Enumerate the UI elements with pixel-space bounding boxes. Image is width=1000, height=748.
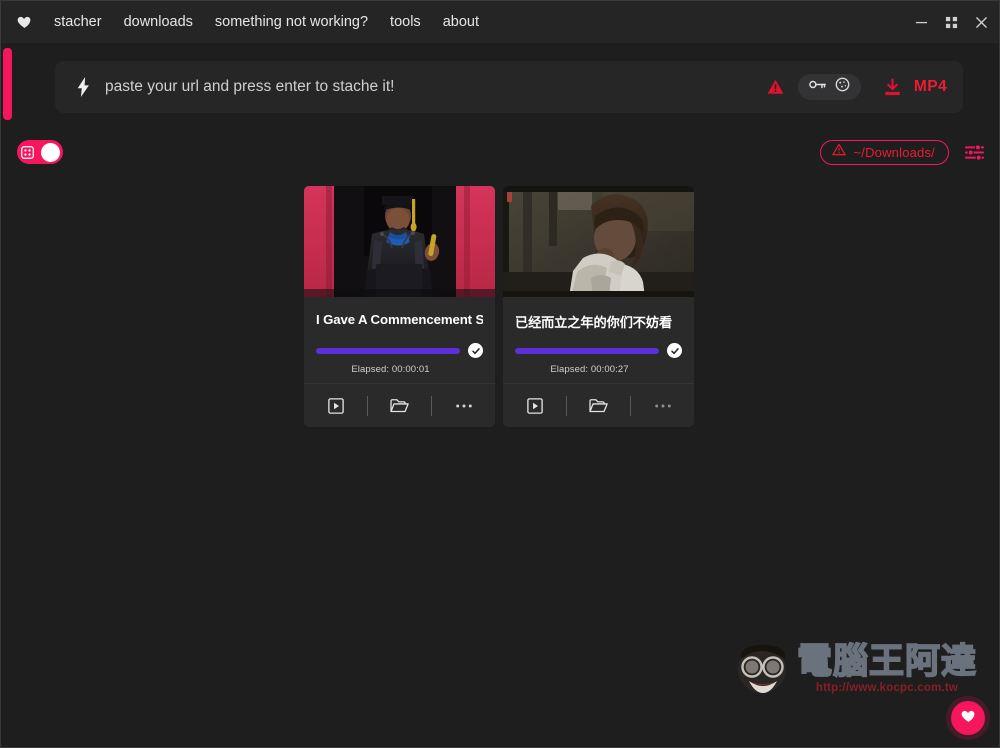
film-scene-thumbnail bbox=[503, 186, 694, 297]
warning-triangle-icon[interactable] bbox=[767, 79, 784, 95]
menu-label: tools bbox=[390, 14, 421, 30]
favorites-fab-button[interactable] bbox=[951, 701, 985, 735]
menu-bar: stacher downloads something not working?… bbox=[43, 11, 490, 33]
warning-triangle-icon bbox=[832, 143, 847, 161]
downloads-grid: I Gave A Commencement S Elapsed: 00:00:0… bbox=[1, 186, 999, 427]
url-bar-actions: MP4 bbox=[767, 74, 947, 100]
complete-check-icon bbox=[667, 343, 682, 358]
menu-label: stacher bbox=[54, 14, 102, 30]
title-bar: stacher downloads something not working?… bbox=[1, 1, 999, 43]
play-icon[interactable] bbox=[503, 384, 566, 427]
download-path-button[interactable]: ~/Downloads/ bbox=[820, 139, 949, 165]
watermark-text: 電腦王阿達 http://www.kocpc.com.tw bbox=[796, 641, 977, 694]
download-card[interactable]: 已经而立之年的你们不妨看 Elapsed: 00:00:27 bbox=[503, 186, 694, 427]
play-icon[interactable] bbox=[304, 384, 367, 427]
card-body: I Gave A Commencement S Elapsed: 00:00:0… bbox=[304, 297, 495, 383]
url-input[interactable] bbox=[105, 78, 767, 96]
menu-item-something-not-working[interactable]: something not working? bbox=[204, 11, 379, 33]
toolbar: ~/Downloads/ bbox=[1, 135, 999, 169]
progress-row bbox=[515, 343, 682, 358]
menu-item-downloads[interactable]: downloads bbox=[113, 11, 204, 33]
toggle-knob bbox=[41, 142, 60, 162]
card-body: 已经而立之年的你们不妨看 Elapsed: 00:00:27 bbox=[503, 297, 694, 383]
lightning-bolt-icon bbox=[73, 76, 93, 98]
minimize-icon[interactable] bbox=[913, 14, 929, 30]
sliders-icon[interactable] bbox=[963, 141, 985, 163]
watermark-url: http://www.kocpc.com.tw bbox=[815, 681, 959, 694]
sidebar-accent-bar bbox=[3, 48, 12, 120]
open-folder-icon[interactable] bbox=[567, 384, 630, 427]
watermark-brand: 電腦王阿達 bbox=[796, 641, 977, 682]
elapsed-label: Elapsed: 00:00:27 bbox=[550, 364, 629, 375]
watermark: 電腦王阿達 http://www.kocpc.com.tw bbox=[735, 643, 977, 695]
progress-bar bbox=[515, 347, 659, 354]
more-options-icon[interactable] bbox=[631, 384, 694, 427]
menu-label: downloads bbox=[123, 14, 193, 30]
complete-check-icon bbox=[468, 343, 483, 358]
progress-bar bbox=[316, 347, 460, 354]
download-icon[interactable] bbox=[883, 77, 902, 97]
menu-item-about[interactable]: about bbox=[432, 11, 490, 33]
card-title: I Gave A Commencement S bbox=[316, 312, 483, 327]
url-bar[interactable]: MP4 bbox=[55, 61, 963, 113]
card-actions bbox=[503, 383, 694, 427]
progress-row bbox=[316, 343, 483, 358]
menu-label: something not working? bbox=[214, 14, 369, 30]
graduation-speech-thumbnail bbox=[304, 186, 495, 297]
maximize-icon[interactable] bbox=[943, 14, 959, 30]
toolbar-right-group: ~/Downloads/ bbox=[820, 139, 985, 165]
format-label[interactable]: MP4 bbox=[914, 78, 947, 96]
open-folder-icon[interactable] bbox=[368, 384, 431, 427]
heart-icon bbox=[960, 708, 977, 729]
watermark-face-icon bbox=[737, 645, 786, 693]
cookie-icon[interactable] bbox=[835, 77, 850, 97]
card-actions bbox=[304, 383, 495, 427]
card-title: 已经而立之年的你们不妨看 bbox=[515, 315, 673, 329]
progress-fill bbox=[316, 347, 460, 354]
auth-options-group[interactable] bbox=[797, 74, 861, 100]
close-icon[interactable] bbox=[973, 14, 989, 30]
more-options-icon[interactable] bbox=[432, 384, 495, 427]
menu-item-stacher[interactable]: stacher bbox=[43, 11, 113, 33]
menu-label: about bbox=[442, 14, 479, 30]
menu-item-tools[interactable]: tools bbox=[379, 11, 432, 33]
progress-fill bbox=[515, 347, 659, 354]
stacher-window: stacher downloads something not working?… bbox=[0, 0, 1000, 748]
grid-view-icon bbox=[20, 145, 35, 160]
view-mode-toggle[interactable] bbox=[17, 140, 63, 164]
heart-icon bbox=[15, 13, 33, 31]
window-controls bbox=[913, 1, 989, 43]
download-path-label: ~/Downloads/ bbox=[853, 144, 935, 160]
key-icon[interactable] bbox=[809, 78, 826, 96]
download-card[interactable]: I Gave A Commencement S Elapsed: 00:00:0… bbox=[304, 186, 495, 427]
elapsed-label: Elapsed: 00:00:01 bbox=[351, 364, 430, 375]
url-bar-region: MP4 bbox=[1, 43, 999, 113]
